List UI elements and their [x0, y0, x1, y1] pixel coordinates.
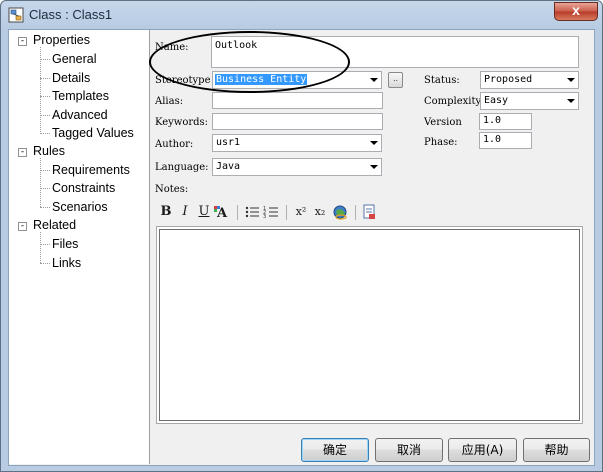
chevron-down-icon — [370, 141, 378, 145]
stereotype-value: Business Entity — [215, 74, 308, 85]
tree-item-related[interactable]: Related — [33, 218, 76, 232]
close-icon: x — [572, 2, 580, 18]
italic-button[interactable]: I — [177, 204, 193, 220]
tree-connector — [40, 158, 41, 207]
tree-item-scenarios[interactable]: Scenarios — [52, 200, 108, 214]
chevron-down-icon — [567, 78, 575, 82]
tree-item-constraints[interactable]: Constraints — [52, 181, 115, 195]
document-icon[interactable] — [361, 204, 377, 220]
name-field[interactable]: Outlook — [211, 36, 579, 68]
alias-field[interactable] — [212, 92, 383, 109]
complexity-combo[interactable]: Easy — [480, 92, 579, 110]
title-bar[interactable]: Class : Class1 x — [1, 1, 602, 29]
underline-button[interactable]: U — [196, 204, 212, 220]
notes-text-area[interactable] — [159, 229, 580, 421]
language-combo[interactable]: Java — [212, 158, 382, 176]
class-diagram-icon — [8, 7, 24, 23]
tree-item-templates[interactable]: Templates — [52, 89, 109, 103]
tree-item-details[interactable]: Details — [52, 71, 90, 85]
notes-label: Notes: — [155, 184, 189, 195]
font-color-icon[interactable]: A — [214, 204, 230, 220]
superscript-button[interactable]: x² — [293, 204, 309, 220]
status-combo[interactable]: Proposed — [480, 71, 579, 89]
language-value: Java — [216, 161, 241, 172]
tree-connector — [40, 47, 41, 134]
tree-item-files[interactable]: Files — [52, 237, 78, 251]
bold-button[interactable]: B — [158, 204, 174, 220]
tree-expander-properties[interactable]: - — [18, 37, 27, 46]
language-label: Language: — [155, 162, 209, 173]
phase-label: Phase: — [424, 137, 458, 148]
author-label: Author: — [155, 139, 194, 150]
status-label: Status: — [424, 75, 460, 86]
tree-expander-related[interactable]: - — [18, 222, 27, 231]
tree-item-general[interactable]: General — [52, 52, 96, 66]
alias-label: Alias: — [155, 96, 184, 107]
name-label: Name: — [155, 42, 189, 53]
navigation-tree: - Properties General Details Templates A… — [9, 30, 150, 464]
chevron-down-icon — [567, 99, 575, 103]
stereotype-browse-button[interactable]: .. — [388, 72, 403, 88]
tree-item-advanced[interactable]: Advanced — [52, 108, 108, 122]
chevron-down-icon — [370, 78, 378, 82]
tree-item-links[interactable]: Links — [52, 256, 81, 270]
tree-item-requirements[interactable]: Requirements — [52, 163, 130, 177]
name-value: Outlook — [215, 40, 258, 51]
complexity-value: Easy — [484, 95, 509, 106]
keywords-field[interactable] — [212, 113, 383, 130]
stereotype-combo[interactable]: Business Entity — [212, 71, 382, 89]
notes-toolbar: B I U A 123 x² x₂ — [156, 202, 583, 224]
subscript-button[interactable]: x₂ — [312, 204, 328, 220]
complexity-label: Complexity — [424, 96, 482, 107]
hyperlink-globe-icon[interactable] — [332, 204, 348, 220]
tree-item-properties[interactable]: Properties — [33, 33, 90, 47]
help-button[interactable]: 帮助 — [523, 438, 590, 462]
cancel-button[interactable]: 取消 — [375, 438, 443, 462]
toolbar-separator — [237, 205, 238, 220]
author-value: usr1 — [216, 137, 241, 148]
tree-connector — [40, 232, 41, 263]
close-button[interactable]: x — [554, 2, 598, 21]
notes-editor[interactable] — [156, 226, 583, 424]
window-title: Class : Class1 — [29, 7, 113, 22]
numbered-list-icon[interactable]: 123 — [263, 204, 279, 220]
dialog-window: Class : Class1 x - Properties General De… — [0, 0, 603, 472]
toolbar-separator — [286, 205, 287, 220]
status-value: Proposed — [484, 74, 533, 85]
ok-button[interactable]: 确定 — [301, 438, 369, 462]
tree-expander-rules[interactable]: - — [18, 148, 27, 157]
chevron-down-icon — [370, 165, 378, 169]
keywords-label: Keywords: — [155, 117, 209, 128]
toolbar-separator — [355, 205, 356, 220]
stereotype-label: Stereotype — [155, 75, 211, 86]
bullet-list-icon[interactable] — [244, 204, 260, 220]
tree-item-tagged-values[interactable]: Tagged Values — [52, 126, 134, 140]
author-combo[interactable]: usr1 — [212, 134, 382, 152]
apply-button[interactable]: 应用(A) — [448, 438, 517, 462]
version-field[interactable]: 1.0 — [479, 113, 532, 130]
phase-field[interactable]: 1.0 — [479, 132, 532, 149]
version-label: Version — [424, 117, 462, 128]
svg-text:3: 3 — [263, 214, 266, 220]
tree-item-rules[interactable]: Rules — [33, 144, 65, 158]
